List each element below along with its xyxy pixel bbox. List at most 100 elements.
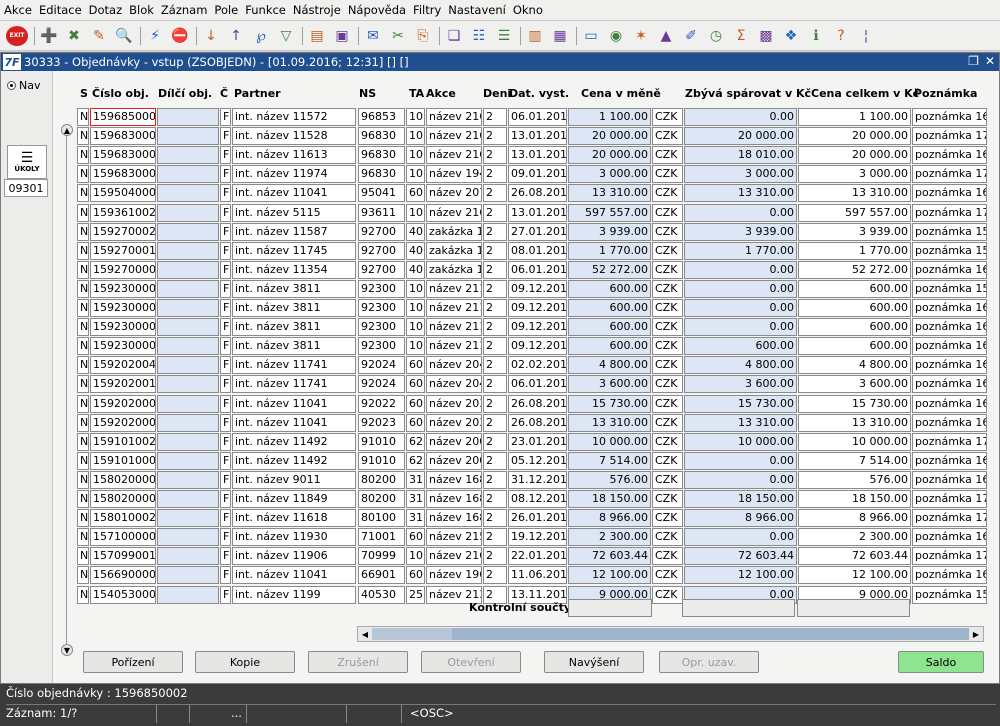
cell-cislo[interactable]: 1580200007 <box>90 470 156 489</box>
cell-dilci[interactable] <box>157 585 219 604</box>
cell-akce[interactable]: název 196 <box>426 566 482 585</box>
cell-partner[interactable]: int. název 3811 <box>232 279 356 298</box>
cell-dilci[interactable] <box>157 260 219 279</box>
cell-s[interactable]: N <box>77 375 89 394</box>
cell-cena[interactable]: 12 100.00 <box>568 566 651 585</box>
cell-pozn[interactable]: poznámka 169 <box>912 375 987 394</box>
cell-deni[interactable]: 2 <box>483 108 507 126</box>
cell-pozn[interactable]: poznámka 170 <box>912 547 987 566</box>
cell-cislo[interactable]: 1566900001 <box>90 566 156 585</box>
cell-s[interactable]: N <box>77 222 89 241</box>
cell-dat[interactable]: 09.12.2014 <box>508 299 567 317</box>
cell-partner[interactable]: int. název 11041 <box>232 413 356 432</box>
cell-mena[interactable]: CZK <box>652 432 683 451</box>
cell-deni[interactable]: 2 <box>483 375 507 394</box>
cell-c[interactable]: F <box>220 241 231 260</box>
cell-akce[interactable]: název 168 <box>426 509 482 528</box>
otevreni-button[interactable]: Otevření <box>421 651 521 673</box>
cell-ns[interactable]: 80200 <box>358 490 405 508</box>
cell-pozn[interactable]: poznámka 166 <box>912 337 987 356</box>
cell-dilci[interactable] <box>157 337 219 356</box>
zruseni-button[interactable]: Zrušení <box>308 651 408 673</box>
mail-icon[interactable]: ✉ <box>363 26 383 46</box>
cell-ta[interactable]: 10 <box>406 337 425 356</box>
cell-cena[interactable]: 52 272.00 <box>568 260 651 279</box>
header-akce[interactable]: Akce <box>426 87 456 100</box>
cell-c[interactable]: F <box>220 547 231 566</box>
cell-zbyva[interactable]: 0.00 <box>684 108 797 126</box>
cell-c[interactable]: F <box>220 279 231 298</box>
cell-s[interactable]: N <box>77 279 89 298</box>
cell-ta[interactable]: 10 <box>406 127 425 146</box>
cell-dat[interactable]: 26.01.2015 <box>508 509 567 528</box>
cell-dilci[interactable] <box>157 203 219 222</box>
cell-ta[interactable]: 62 <box>406 432 425 451</box>
cell-s[interactable]: N <box>77 184 89 203</box>
cell-zbyva[interactable]: 8 966.00 <box>684 509 797 528</box>
cell-celkem[interactable]: 13 310.00 <box>798 184 911 203</box>
cell-zbyva[interactable]: 0.00 <box>684 299 797 317</box>
table-row[interactable]: N 1591010026 Fint. název 11492 91010 62 název… <box>77 432 987 452</box>
scroll-track[interactable] <box>452 628 969 640</box>
cell-mena[interactable]: CZK <box>652 547 683 566</box>
table-row[interactable]: N 1580200001 Fint. název 11849 80200 31 název… <box>77 490 987 509</box>
cell-pozn[interactable]: poznámka 166 <box>912 299 987 317</box>
table-row[interactable]: N 1596830003 Fint. název 11974 96830 10 název… <box>77 165 987 184</box>
cell-dat[interactable]: 09.12.2014 <box>508 337 567 356</box>
cell-dat[interactable]: 09.01.2015 <box>508 165 567 184</box>
cell-c[interactable]: F <box>220 299 231 317</box>
cell-dat[interactable]: 26.08.2014 <box>508 413 567 432</box>
table-row[interactable]: N 1592020016 Fint. název 11741 92024 60 název… <box>77 375 987 394</box>
cell-cena[interactable]: 72 603.44 <box>568 547 651 566</box>
cell-mena[interactable]: CZK <box>652 127 683 146</box>
cell-s[interactable]: N <box>77 509 89 528</box>
cell-deni[interactable]: 2 <box>483 241 507 260</box>
cell-cena[interactable]: 13 310.00 <box>568 184 651 203</box>
cell-ta[interactable]: 40 <box>406 241 425 260</box>
cell-dat[interactable]: 08.12.2014 <box>508 490 567 508</box>
cell-s[interactable]: N <box>77 337 89 356</box>
cell-zbyva[interactable]: 18 010.00 <box>684 146 797 165</box>
cell-dilci[interactable] <box>157 394 219 413</box>
paste-icon[interactable]: ⎘ <box>413 26 433 46</box>
cell-c[interactable]: F <box>220 528 231 547</box>
cell-mena[interactable]: CZK <box>652 108 683 126</box>
filter-icon[interactable]: ℘ <box>251 26 271 46</box>
cell-c[interactable]: F <box>220 146 231 165</box>
cell-dat[interactable]: 09.12.2014 <box>508 279 567 298</box>
cell-dilci[interactable] <box>157 547 219 566</box>
cell-pozn[interactable]: poznámka 159 <box>912 222 987 241</box>
cell-dat[interactable]: 06.01.2015 <box>508 375 567 394</box>
cell-mena[interactable]: CZK <box>652 184 683 203</box>
cell-pozn[interactable]: poznámka 169 <box>912 394 987 413</box>
cell-mena[interactable]: CZK <box>652 337 683 356</box>
cell-deni[interactable]: 2 <box>483 184 507 203</box>
cell-s[interactable]: N <box>77 299 89 317</box>
lookup-icon[interactable]: ☷ <box>469 26 489 46</box>
cell-partner[interactable]: int. název 3811 <box>232 299 356 317</box>
cell-akce[interactable]: název 211 <box>426 318 482 337</box>
cell-akce[interactable]: název 204 <box>426 356 482 375</box>
header-ns[interactable]: NS <box>359 87 376 100</box>
ukoly-count[interactable]: 09301 <box>4 179 48 197</box>
header-cislo-obj[interactable]: Číslo obj. <box>92 87 149 100</box>
cell-dilci[interactable] <box>157 509 219 528</box>
cell-cislo[interactable]: 1570990010 <box>90 547 156 566</box>
cell-cena[interactable]: 600.00 <box>568 337 651 356</box>
cell-ta[interactable]: 10 <box>406 203 425 222</box>
cell-pozn[interactable]: poznámka 158 <box>912 279 987 298</box>
cell-ta[interactable]: 31 <box>406 490 425 508</box>
cell-partner[interactable]: int. název 11041 <box>232 394 356 413</box>
cell-partner[interactable]: int. název 3811 <box>232 337 356 356</box>
cell-mena[interactable]: CZK <box>652 279 683 298</box>
menu-item[interactable]: Dotaz <box>89 3 122 17</box>
menu-item[interactable]: Akce <box>4 3 32 17</box>
cell-c[interactable]: F <box>220 165 231 184</box>
table-row[interactable]: N 1580200007 Fint. název 9011 80200 31 název … <box>77 470 987 490</box>
sum-icon[interactable]: Σ <box>731 26 751 46</box>
excel-icon[interactable]: ▩ <box>756 26 776 46</box>
cell-ta[interactable]: 40 <box>406 222 425 241</box>
cell-cislo[interactable]: 1592700013 <box>90 241 156 260</box>
cell-zbyva[interactable]: 10 000.00 <box>684 432 797 451</box>
cell-pozn[interactable]: poznámka 160 <box>912 470 987 489</box>
